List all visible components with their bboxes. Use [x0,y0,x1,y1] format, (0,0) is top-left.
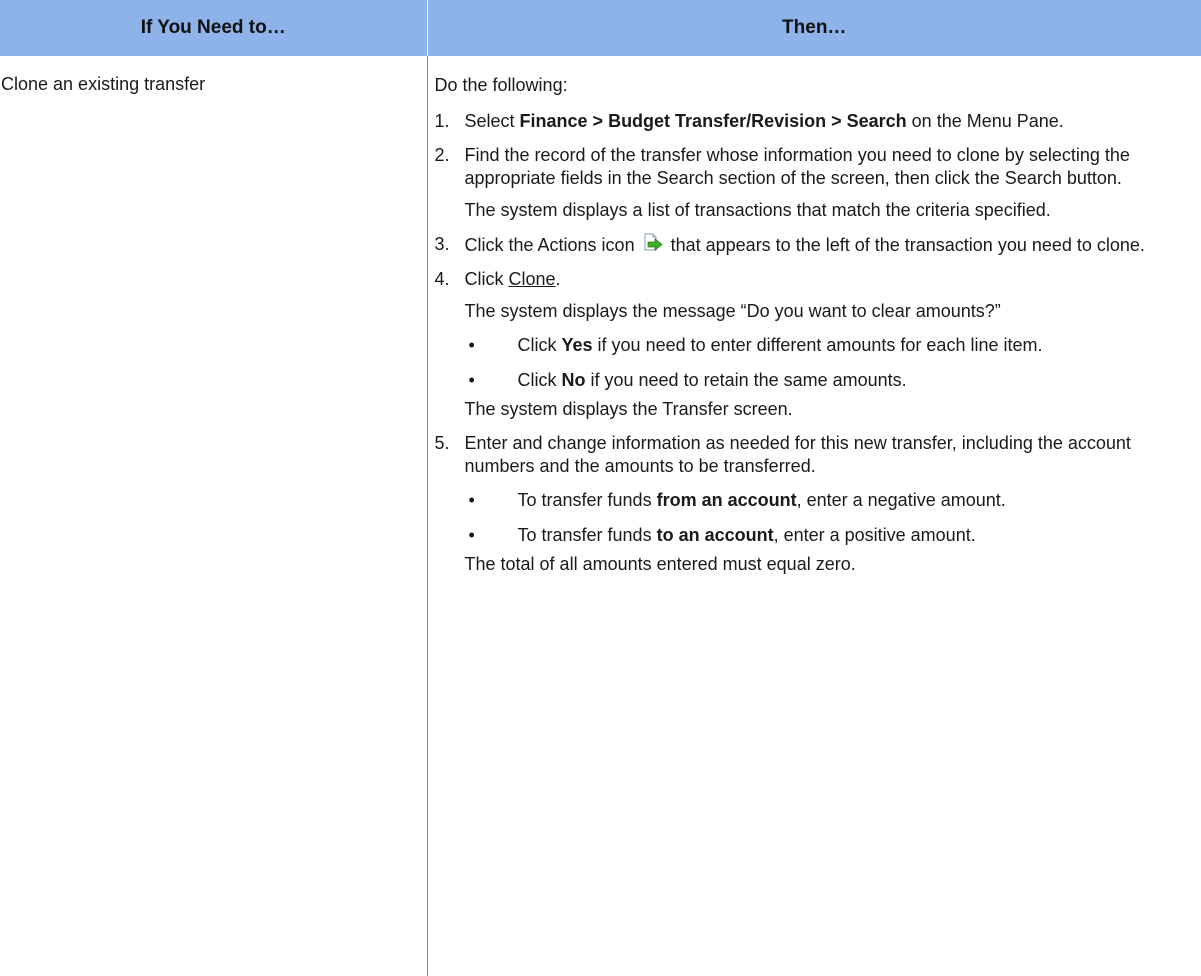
step-5: 5. Enter and change information as neede… [434,433,1131,476]
step-1: 1. Select Finance > Budget Transfer/Revi… [434,111,1064,131]
step-2: 2. Find the record of the transfer whose… [434,145,1130,188]
condition-cell: Clone an existing transfer [0,63,428,976]
bullet-glyph: • [468,525,475,545]
list-item: • To transfer funds to an account, enter… [468,525,976,545]
step-4-result-2: The system displays the Transfer screen. [464,399,793,419]
bullet-glyph: • [468,490,475,510]
bullet-glyph: • [468,370,475,390]
header-spacer [0,56,1201,63]
instructions-intro: Do the following: [434,75,568,95]
bullet-glyph: • [468,335,475,355]
step-number: 5. [434,433,450,453]
condition-text: Clone an existing transfer [1,74,206,94]
step-2-result: The system displays a list of transactio… [464,200,1051,220]
table-row: Clone an existing transfer Do the follow… [0,63,1201,976]
actions-icon [642,233,664,253]
step-number: 2. [434,145,450,165]
list-item: • To transfer funds from an account, ent… [468,490,1006,510]
clone-link[interactable]: Clone [509,269,556,289]
step-4: 4. Click Clone. [434,269,561,289]
header-if-you-need-to: If You Need to… [0,0,428,56]
step-5-result: The total of all amounts entered must eq… [464,554,856,574]
list-item: • Click Yes if you need to enter differe… [468,335,1043,355]
header-then: Then… [782,17,847,38]
menu-path: Finance > Budget Transfer/Revision > Sea… [519,111,907,131]
step-4-result: The system displays the message “Do you … [464,301,1001,321]
step-number: 3. [434,234,450,254]
table-header-row: If You Need to… Then… [0,0,1201,56]
list-item: • Click No if you need to retain the sam… [468,370,907,390]
step-3: 3. Click the Actions icon that appears t… [434,233,1145,255]
step-number: 1. [434,111,450,131]
step-number: 4. [434,269,450,289]
procedure-table: If You Need to… Then… Clone an existing … [0,0,1201,976]
instructions-cell: Do the following: 1. Select Finance > Bu… [427,63,1201,976]
